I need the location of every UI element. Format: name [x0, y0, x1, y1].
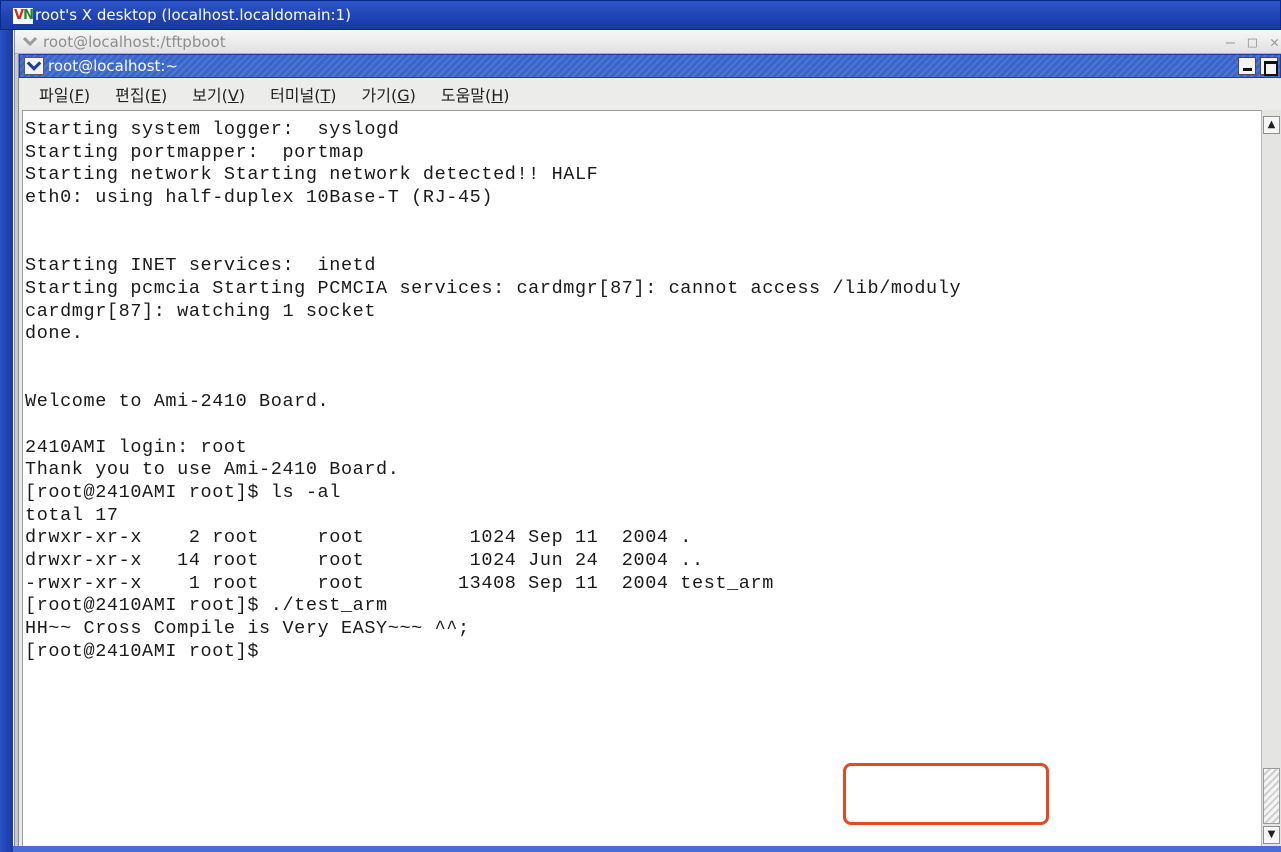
terminal-line: Welcome to Ami-2410 Board.	[25, 391, 330, 413]
scrollbar-thumb[interactable]	[1263, 768, 1280, 824]
minimize-icon[interactable]	[1238, 57, 1256, 75]
terminal-line: Starting pcmcia Starting PCMCIA services…	[25, 277, 962, 299]
chevron-down-icon[interactable]	[21, 32, 39, 50]
terminal-lines: Starting system logger: syslogd Starting …	[25, 119, 961, 664]
terminal-line: HH~~ Cross Compile is Very EASY~~~ ^^;	[25, 618, 470, 640]
window-menu-button[interactable]	[24, 57, 44, 75]
terminal-line: [root@2410AMI root]$	[25, 640, 260, 662]
terminal-output[interactable]: Starting system logger: syslogd Starting …	[22, 110, 1262, 846]
terminal-line: drwxr-xr-x 14 root root 1024 Jun 24 2004…	[25, 550, 704, 572]
terminal-line: [root@2410AMI root]$ ./test_arm	[25, 595, 388, 617]
menu-terminal[interactable]: 터미널(T)	[270, 82, 336, 106]
terminal-line: cardmgr[87]: watching 1 socket	[25, 300, 377, 322]
terminal-line: total 17	[25, 504, 119, 526]
vnc-bottom-border	[13, 846, 1281, 852]
terminal-window-title: root@localhost:~	[48, 57, 179, 75]
maximize-icon[interactable]	[1260, 57, 1278, 76]
menu-file[interactable]: 파일(F)	[39, 82, 90, 106]
terminal-line: Starting INET services: inetd	[25, 255, 377, 277]
terminal-line: -rwxr-xr-x 1 root root 13408 Sep 11 2004…	[25, 572, 774, 594]
vnc-logo-icon: VN	[13, 8, 34, 24]
terminal-line: Thank you to use Ami-2410 Board.	[25, 459, 400, 481]
menu-view[interactable]: 보기(V)	[192, 82, 245, 106]
terminal-line: Starting system logger: syslogd	[25, 119, 400, 140]
tftpboot-window-titlebar[interactable]: root@localhost:/tftpboot – □ ✕	[15, 30, 1281, 54]
terminal-menubar: 파일(F) 편집(E) 보기(V) 터미널(T) 가기(G) 도움말(H)	[19, 78, 1281, 110]
menu-edit[interactable]: 편집(E)	[115, 82, 167, 106]
chevron-down-icon	[26, 61, 42, 71]
arrow-down-icon[interactable]: ▼	[1263, 826, 1280, 844]
vertical-scrollbar[interactable]: ▲ ▼	[1261, 110, 1281, 846]
window-controls[interactable]: – □ ✕	[1226, 33, 1281, 51]
terminal-line: Starting portmapper: portmap	[25, 141, 365, 163]
arrow-up-icon[interactable]: ▲	[1263, 116, 1280, 134]
menu-go[interactable]: 가기(G)	[362, 82, 416, 106]
vnc-window-title: root's X desktop (localhost.localdomain:…	[35, 6, 351, 24]
terminal-window[interactable]: root@localhost:~ 파일(F) 편집(E) 보기(V) 터미널(T…	[18, 54, 1281, 846]
highlight-annotation-box	[843, 763, 1049, 825]
menu-help[interactable]: 도움말(H)	[441, 82, 510, 106]
terminal-line: 2410AMI login: root	[25, 436, 248, 458]
terminal-line: eth0: using half-duplex 10Base-T (RJ-45)	[25, 187, 494, 209]
terminal-titlebar[interactable]: root@localhost:~	[19, 54, 1281, 78]
tftpboot-window-title: root@localhost:/tftpboot	[43, 33, 226, 51]
vnc-titlebar[interactable]: VN root's X desktop (localhost.localdoma…	[0, 0, 1281, 30]
terminal-line: Starting network Starting network detect…	[25, 164, 599, 186]
terminal-line: [root@2410AMI root]$ ls -al	[25, 482, 341, 503]
vnc-left-border	[0, 30, 13, 852]
terminal-line: done.	[25, 323, 84, 345]
terminal-line: drwxr-xr-x 2 root root 1024 Sep 11 2004 …	[25, 527, 693, 549]
